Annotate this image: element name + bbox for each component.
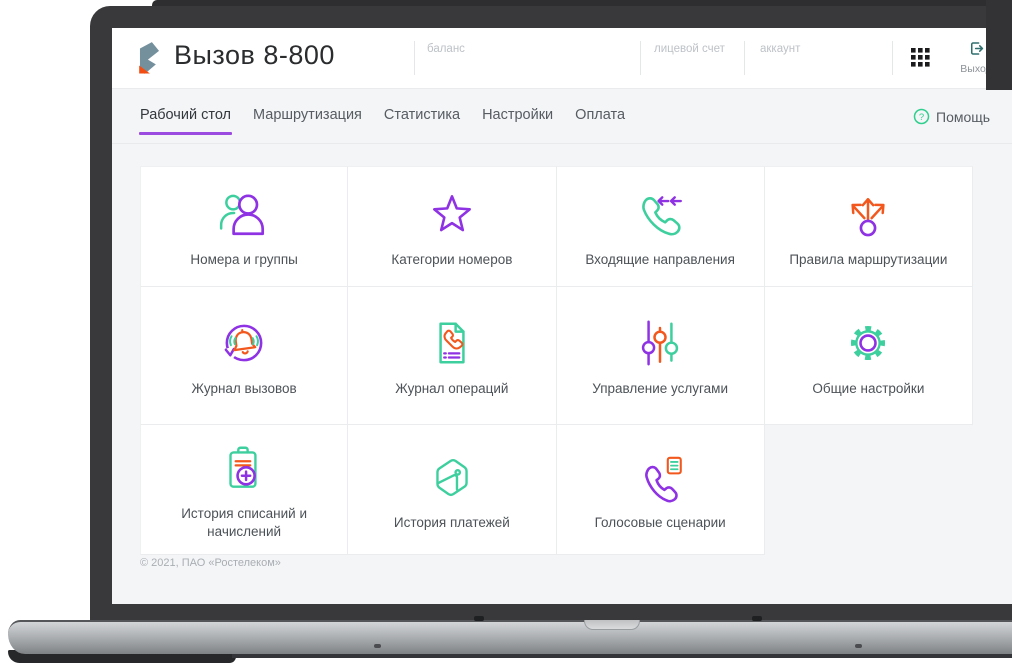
voice-scenarios-icon [633, 449, 687, 505]
tile-label: Правила маршрутизации [789, 251, 948, 267]
people-icon [217, 186, 271, 242]
tile-label: Общие настройки [812, 380, 925, 396]
header-divider [640, 41, 641, 75]
bezel-bumper [752, 616, 762, 621]
tab-2[interactable]: Маршрутизация [253, 107, 362, 123]
apps-grid-icon[interactable] [911, 48, 930, 67]
charges-history-icon [217, 440, 271, 496]
laptop-base [8, 620, 1012, 654]
tile-voice-scenarios[interactable]: Голосовые сценарии [556, 425, 765, 555]
svg-text:?: ? [919, 112, 924, 123]
help-link[interactable]: ? Помощь [913, 108, 990, 125]
tile-call-log[interactable]: Журнал вызовов [140, 287, 349, 425]
account-field-label: аккаунт [760, 43, 801, 55]
bezel-bumper [474, 616, 484, 621]
tile-label: Управление услугами [592, 380, 728, 396]
tile-label: История списаний и начислений [181, 505, 308, 539]
question-icon: ? [913, 108, 930, 125]
tile-grid: Номера и группы Категории номеров Входящие… [140, 166, 973, 555]
tile-star[interactable]: Категории номеров [348, 166, 557, 287]
logo-icon [136, 39, 163, 77]
tile-label: Журнал вызовов [191, 380, 297, 396]
call-log-icon [217, 315, 271, 371]
header-divider [414, 41, 415, 75]
incoming-call-icon [633, 186, 687, 242]
base-screw [855, 644, 862, 648]
payments-wallet-icon [425, 449, 479, 505]
balance-field-label: баланс [427, 43, 465, 55]
tile-incoming-call[interactable]: Входящие направления [556, 166, 765, 287]
tab-4[interactable]: Настройки [482, 107, 553, 123]
tile-label: Категории номеров [391, 251, 513, 267]
logout-icon [968, 40, 985, 57]
tile-label: Входящие направления [585, 251, 735, 267]
tile-routing[interactable]: Правила маршрутизации [764, 166, 973, 287]
tile-label: Номера и группы [190, 251, 298, 267]
help-label: Помощь [936, 108, 991, 125]
laptop-lid-notch [584, 620, 640, 630]
tile-label: Журнал операций [395, 380, 509, 396]
app-title: Вызов 8-800 [174, 40, 335, 70]
tile-operations-log[interactable]: Журнал операций [348, 287, 557, 425]
laptop-screen: Вызов 8-800 баланс лицевой счет аккаунт … [112, 28, 1012, 604]
tab-5[interactable]: Оплата [575, 107, 625, 123]
base-screw [374, 644, 381, 648]
app-header: Вызов 8-800 баланс лицевой счет аккаунт … [112, 28, 1012, 89]
tile-payments-wallet[interactable]: История платежей [348, 425, 557, 555]
routing-icon [841, 186, 895, 242]
nav-bar: Рабочий стол Маршрутизация Статистика Настр… [112, 88, 1012, 144]
laptop-bezel-corner [986, 0, 1012, 90]
header-divider [892, 41, 893, 75]
laptop-mockup: { "header": { "title": "Вызов 8-800", "l… [0, 0, 1012, 667]
copyright: © 2021, ПАО «Ростелеком» [140, 557, 281, 569]
nav-tabs: Рабочий стол Маршрутизация Статистика Настр… [138, 107, 625, 135]
tile-label: Голосовые сценарии [594, 514, 726, 530]
tab-3[interactable]: Статистика [384, 107, 460, 123]
star-icon [425, 186, 479, 242]
personal-account-field-label: лицевой счет [654, 43, 725, 55]
header-divider [744, 41, 745, 75]
tile-label: История платежей [393, 514, 510, 530]
tile-people[interactable]: Номера и группы [140, 166, 349, 287]
tile-services-sliders[interactable]: Управление услугами [556, 287, 765, 425]
operations-log-icon [425, 315, 479, 371]
services-sliders-icon [633, 315, 687, 371]
empty-grid-cell [765, 425, 973, 555]
tab-1[interactable]: Рабочий стол [138, 107, 233, 135]
settings-gear-icon [841, 315, 895, 371]
tile-charges-history[interactable]: История списаний и начислений [140, 425, 349, 555]
tile-settings-gear[interactable]: Общие настройки [764, 287, 973, 425]
